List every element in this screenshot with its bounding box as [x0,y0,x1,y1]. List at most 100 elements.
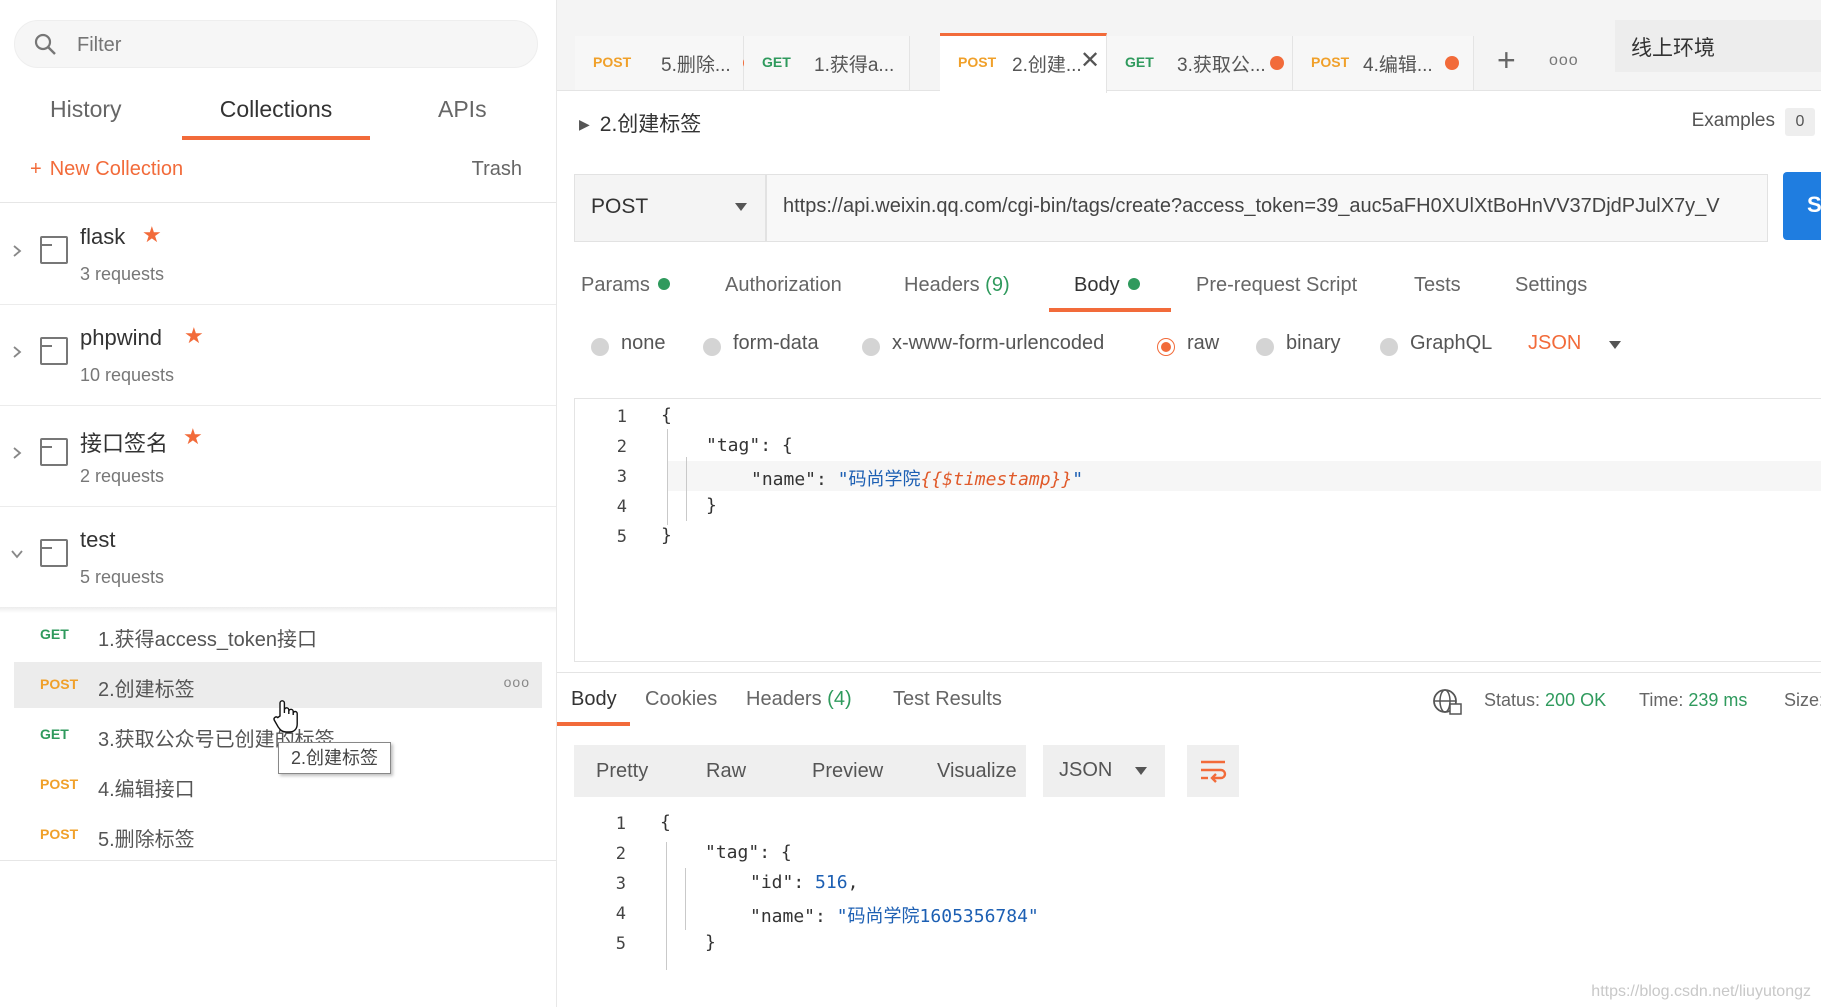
collection-test[interactable]: test 5 requests [0,507,556,607]
radio-none[interactable] [591,338,609,356]
url-input[interactable]: https://api.weixin.qq.com/cgi-bin/tags/c… [766,174,1768,242]
request-tab-active[interactable]: POST 2.创建... ✕ [940,33,1107,93]
json-key: "tag" [706,435,761,456]
response-tab-body[interactable]: Body [571,688,617,711]
body-type-raw[interactable]: raw [1187,332,1219,364]
filter-input[interactable] [75,21,519,69]
body-type-urlencoded[interactable]: x-www-form-urlencoded [892,332,1104,364]
json-string: "码尚学院1605356784" [836,906,1039,927]
tab-title: 5.删除... [661,55,731,76]
tab-label: Params [581,274,650,296]
new-collection-button[interactable]: + New Collection [30,158,183,181]
response-tab-test-results[interactable]: Test Results [893,688,1002,711]
environment-selector[interactable]: 线上环境 [1615,20,1821,72]
star-icon[interactable]: ★ [184,323,204,349]
method-badge: GET [40,626,69,642]
method-badge: GET [40,726,69,742]
headers-count: (9) [985,274,1010,296]
body-type-binary[interactable]: binary [1286,332,1340,364]
json-punct: , [847,872,859,893]
tab-tests[interactable]: Tests [1414,274,1461,297]
method-badge: GET [1125,54,1154,70]
radio-binary[interactable] [1256,338,1274,356]
code-line: { [661,405,672,426]
radio-graphql[interactable] [1380,338,1398,356]
view-raw[interactable]: Raw [706,760,746,783]
examples-button[interactable]: Examples [1692,110,1775,132]
filter-box[interactable] [14,20,538,69]
request-title: 1.获得access_token接口 [98,629,317,651]
chevron-right-icon[interactable] [10,244,24,258]
request-body-editor[interactable]: 1 2 3 4 5 { "tag": { "name": "码尚学院{{$tim… [574,398,1821,662]
response-format-select[interactable]: JSON [1043,745,1165,797]
collection-signature[interactable]: 接口签名 ★ 2 requests [0,406,556,507]
tab-headers[interactable]: Headers (9) [904,274,1010,297]
tab-settings[interactable]: Settings [1515,274,1587,297]
indent-guide [666,842,667,970]
more-options-icon[interactable]: ooo [504,674,530,690]
more-tabs-icon[interactable]: ooo [1549,52,1579,70]
radio-form-data[interactable] [703,338,721,356]
tab-params[interactable]: Params [581,274,670,297]
chevron-right-icon[interactable] [10,446,24,460]
view-preview[interactable]: Preview [812,760,883,783]
response-tab-headers[interactable]: Headers (4) [746,688,852,711]
code-line: } [705,932,716,953]
close-icon[interactable]: ✕ [1080,46,1100,75]
json-punct: : { [759,842,792,863]
request-tab[interactable]: GET 1.获得a... [744,36,910,90]
send-button[interactable]: S [1783,172,1821,240]
send-label: S [1807,192,1821,217]
line-number: 2 [615,844,626,864]
request-item[interactable]: GET 1.获得access_token接口 [14,612,542,658]
collection-name: test [80,527,116,552]
body-type-graphql[interactable]: GraphQL [1410,332,1492,364]
radio-raw-selected[interactable] [1157,338,1175,356]
method-badge: POST [40,676,79,692]
trash-button[interactable]: Trash [472,158,522,181]
sidebar-tabs: History Collections APIs [0,90,556,140]
body-type-form-data[interactable]: form-data [733,332,819,364]
request-title: 2.创建标签 [98,679,195,701]
wrap-lines-button[interactable] [1187,745,1239,797]
active-tab-underline [1049,308,1171,312]
collection-count: 3 requests [80,264,165,284]
tab-apis[interactable]: APIs [438,90,487,136]
request-tab[interactable]: GET 3.获取公... [1107,36,1293,90]
chevron-down-icon[interactable] [10,547,24,561]
star-icon[interactable]: ★ [142,222,162,248]
breadcrumb[interactable]: ▶ 2.创建标签 [579,108,701,138]
star-icon[interactable]: ★ [183,424,203,450]
method-select[interactable]: POST [574,174,766,242]
tab-pre-request-script[interactable]: Pre-request Script [1196,274,1357,297]
tab-authorization[interactable]: Authorization [725,274,842,297]
response-body-viewer[interactable]: 1 2 3 4 5 { "tag": { "id": 516, "name": … [574,808,1821,1007]
status-label: Status: [1484,690,1541,710]
request-title: 4.编辑接口 [98,779,195,801]
chevron-right-icon[interactable] [10,345,24,359]
body-format-select[interactable]: JSON [1528,332,1621,364]
request-tab[interactable]: POST 4.编辑... [1293,36,1474,90]
radio-urlencoded[interactable] [862,338,880,356]
collection-phpwind[interactable]: phpwind ★ 10 requests [0,305,556,406]
status-value: 200 OK [1545,690,1607,710]
globe-icon[interactable] [1432,688,1462,716]
request-name: 2.创建标签 [599,113,702,136]
new-tab-plus-icon[interactable]: + [1497,44,1516,76]
tab-history[interactable]: History [50,90,122,136]
body-type-none[interactable]: none [621,332,666,364]
view-visualize[interactable]: Visualize [937,760,1017,783]
tab-collections[interactable]: Collections [182,90,370,140]
request-item[interactable]: POST 5.删除标签 [14,812,542,858]
json-key: "name" [750,906,816,927]
view-pretty[interactable]: Pretty [596,760,648,783]
json-number: 516 [815,872,848,893]
collection-flask[interactable]: flask ★ 3 requests [0,204,556,305]
request-tab[interactable]: POST 5.删除... [575,36,757,90]
tab-body[interactable]: Body [1074,274,1140,297]
hand-cursor-icon [273,700,298,733]
indent-guide [686,457,687,521]
code-line: "name": "码尚学院{{$timestamp}}" [751,465,1083,491]
response-tab-cookies[interactable]: Cookies [645,688,717,711]
folder-icon [40,337,68,365]
